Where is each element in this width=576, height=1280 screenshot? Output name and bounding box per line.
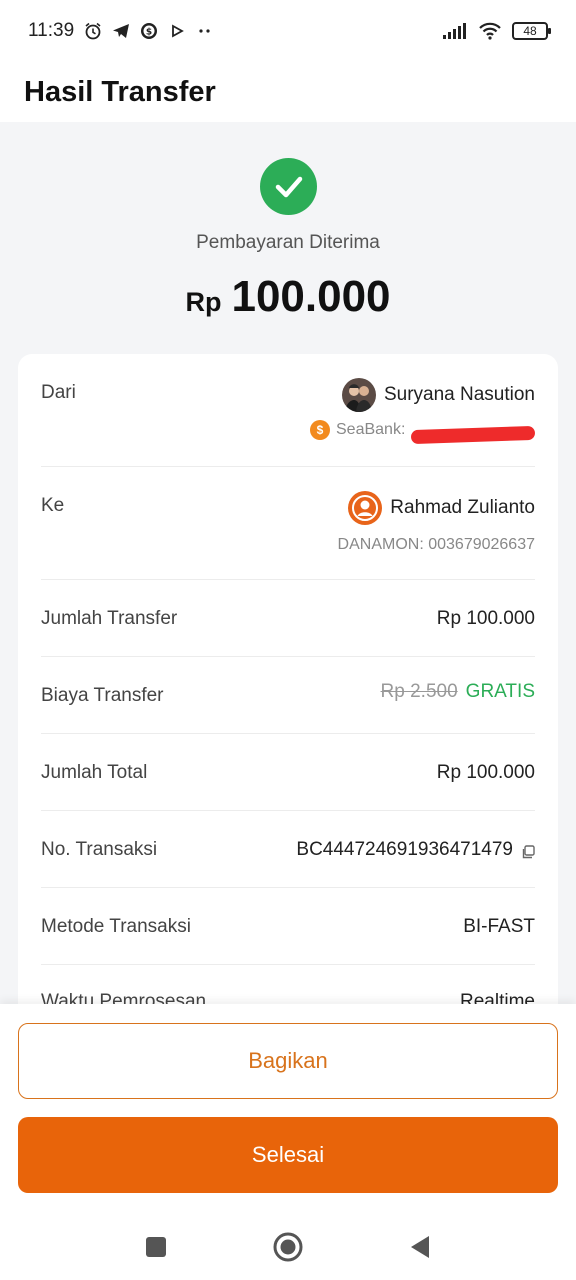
play-icon: [168, 22, 186, 40]
sender-bank-name: SeaBank:: [336, 421, 406, 438]
copy-icon[interactable]: [521, 843, 535, 859]
battery-level: 48: [523, 24, 537, 38]
transfer-amount-value: Rp 100.000: [436, 608, 535, 629]
signal-icon: [442, 22, 468, 40]
total-label: Jumlah Total: [41, 762, 148, 783]
back-icon[interactable]: [405, 1232, 435, 1262]
detail-row-method: Metode Transaksi BI-FAST: [41, 888, 535, 965]
seabank-logo-icon: $: [310, 420, 330, 440]
method-value: BI-FAST: [463, 916, 535, 937]
amount-value: 100.000: [231, 272, 391, 321]
alarm-icon: [84, 22, 102, 40]
detail-row-total: Jumlah Total Rp 100.000: [41, 734, 535, 811]
app-header: Hasil Transfer: [0, 62, 576, 122]
method-label: Metode Transaksi: [41, 916, 191, 937]
total-value: Rp 100.000: [436, 762, 535, 783]
from-label: Dari: [41, 382, 76, 403]
checkmark-icon: [260, 158, 317, 215]
detail-row-transaction-no: No. Transaksi BC444724691936471479: [41, 811, 535, 888]
sender-avatar: [341, 378, 376, 412]
wifi-icon: [478, 22, 502, 40]
from-account: Suryana Nasution: [341, 378, 535, 412]
detail-row-from: Dari Suryana Nasution $ SeaBank:: [41, 354, 536, 467]
transfer-amount-display: Rp 100.000: [0, 272, 576, 322]
sender-name: Suryana Nasution: [383, 384, 535, 405]
recipient-avatar-icon: [348, 491, 383, 525]
transaction-no-label: No. Transaksi: [41, 839, 158, 860]
recipient-name: Rahmad Zulianto: [390, 497, 535, 518]
svg-text:$: $: [146, 28, 152, 38]
amount-currency: Rp: [185, 287, 222, 317]
recent-apps-icon[interactable]: [141, 1232, 171, 1262]
fee-original: Rp 2.500: [380, 681, 458, 702]
to-account: Rahmad Zulianto: [348, 491, 535, 525]
fee-label: Biaya Transfer: [41, 685, 164, 706]
status-bar: 11:39 $ 48: [0, 0, 576, 62]
fee-free-badge: GRATIS: [465, 681, 535, 702]
detail-row-to: Ke Rahmad Zulianto DANAMON: 003679026637: [41, 467, 535, 580]
app-dollar-icon: $: [140, 22, 158, 40]
payment-status: Pembayaran Diterima: [196, 232, 380, 253]
detail-row-transfer-amount: Jumlah Transfer Rp 100.000: [41, 580, 535, 657]
done-button[interactable]: Selesai: [18, 1117, 558, 1193]
transfer-details-card: Dari Suryana Nasution $ SeaBank: Ke Rahm…: [18, 354, 558, 1034]
to-label: Ke: [41, 495, 65, 516]
detail-row-fee: Biaya Transfer Rp 2.500 GRATIS: [41, 657, 535, 734]
status-time: 11:39: [28, 20, 75, 41]
telegram-icon: [112, 22, 130, 40]
recipient-bank: DANAMON: 003679026637: [337, 536, 535, 553]
home-icon[interactable]: [273, 1232, 303, 1262]
fee-value: Rp 2.500 GRATIS: [381, 681, 535, 703]
transfer-amount-label: Jumlah Transfer: [41, 608, 178, 629]
system-nav-bar: [0, 1210, 576, 1280]
battery-icon: 48: [512, 22, 551, 40]
share-button[interactable]: Bagikan: [18, 1023, 558, 1099]
redaction-mark: [410, 425, 536, 445]
transaction-no-text: BC444724691936471479: [296, 839, 513, 860]
more-notifications-icon: [196, 22, 214, 40]
bottom-action-bar: Bagikan Selesai: [0, 1004, 576, 1210]
transaction-no-value: BC444724691936471479: [296, 839, 535, 861]
page-title: Hasil Transfer: [24, 75, 216, 108]
